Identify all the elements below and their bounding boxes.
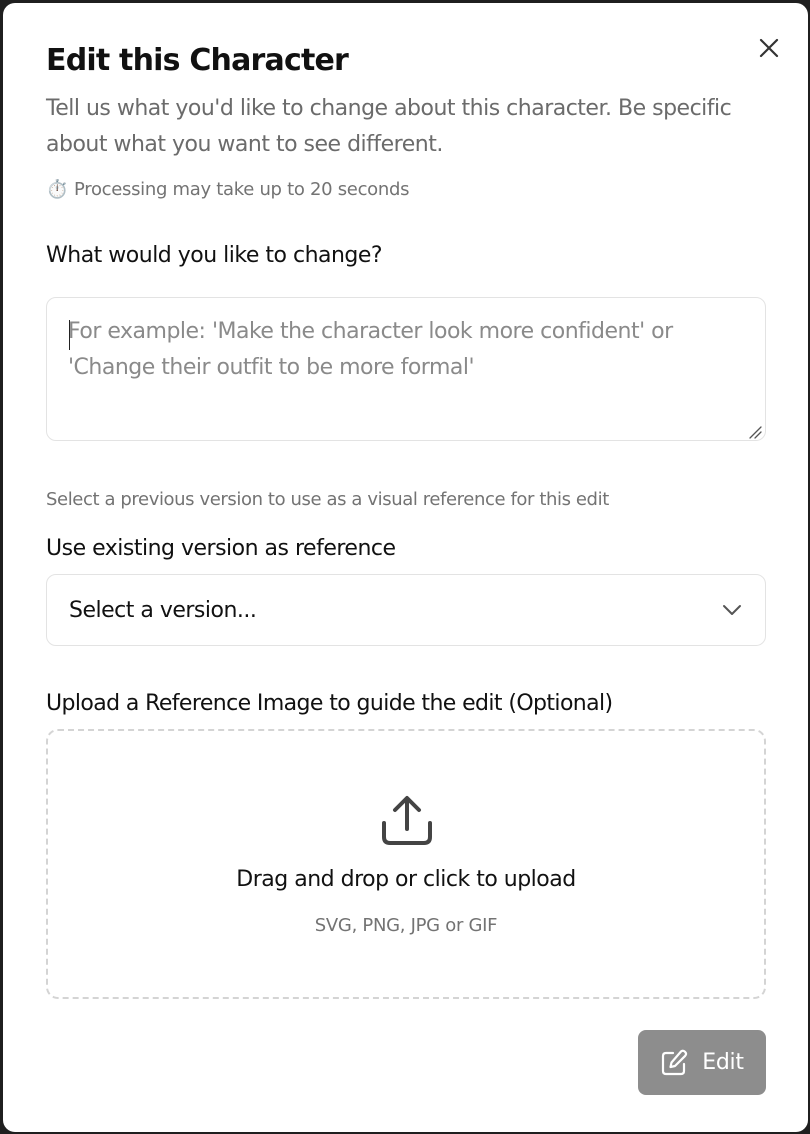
upload-formats: SVG, PNG, JPG or GIF xyxy=(314,915,498,936)
upload-label: Upload a Reference Image to guide the ed… xyxy=(46,691,613,716)
resize-handle-icon[interactable] xyxy=(748,425,762,439)
edit-button[interactable]: Edit xyxy=(638,1030,766,1095)
text-caret xyxy=(69,320,70,350)
dialog-title: Edit this Character xyxy=(46,43,349,78)
upload-icon xyxy=(382,796,432,845)
processing-note: ⏱️ Processing may take up to 20 seconds xyxy=(46,179,410,200)
change-field-label: What would you like to change? xyxy=(46,243,383,268)
dialog-description: Tell us what you'd like to change about … xyxy=(46,96,732,157)
change-description-input[interactable] xyxy=(46,297,766,441)
edit-button-label: Edit xyxy=(702,1050,744,1075)
edit-character-dialog: Edit this Character Tell us what you'd l… xyxy=(3,3,808,1132)
processing-note-text: Processing may take up to 20 seconds xyxy=(74,179,410,200)
upload-prompt: Drag and drop or click to upload xyxy=(236,867,576,892)
version-select[interactable]: Select a version... xyxy=(46,574,766,646)
edit-icon xyxy=(662,1049,688,1075)
version-select-value: Select a version... xyxy=(69,597,257,623)
reference-version-label: Use existing version as reference xyxy=(46,536,396,561)
reference-hint: Select a previous version to use as a vi… xyxy=(46,489,609,510)
close-icon xyxy=(759,38,779,58)
close-button[interactable] xyxy=(754,33,784,63)
timer-icon: ⏱️ xyxy=(46,179,69,200)
upload-dropzone[interactable]: Drag and drop or click to upload SVG, PN… xyxy=(46,729,766,999)
chevron-down-icon xyxy=(723,605,741,615)
